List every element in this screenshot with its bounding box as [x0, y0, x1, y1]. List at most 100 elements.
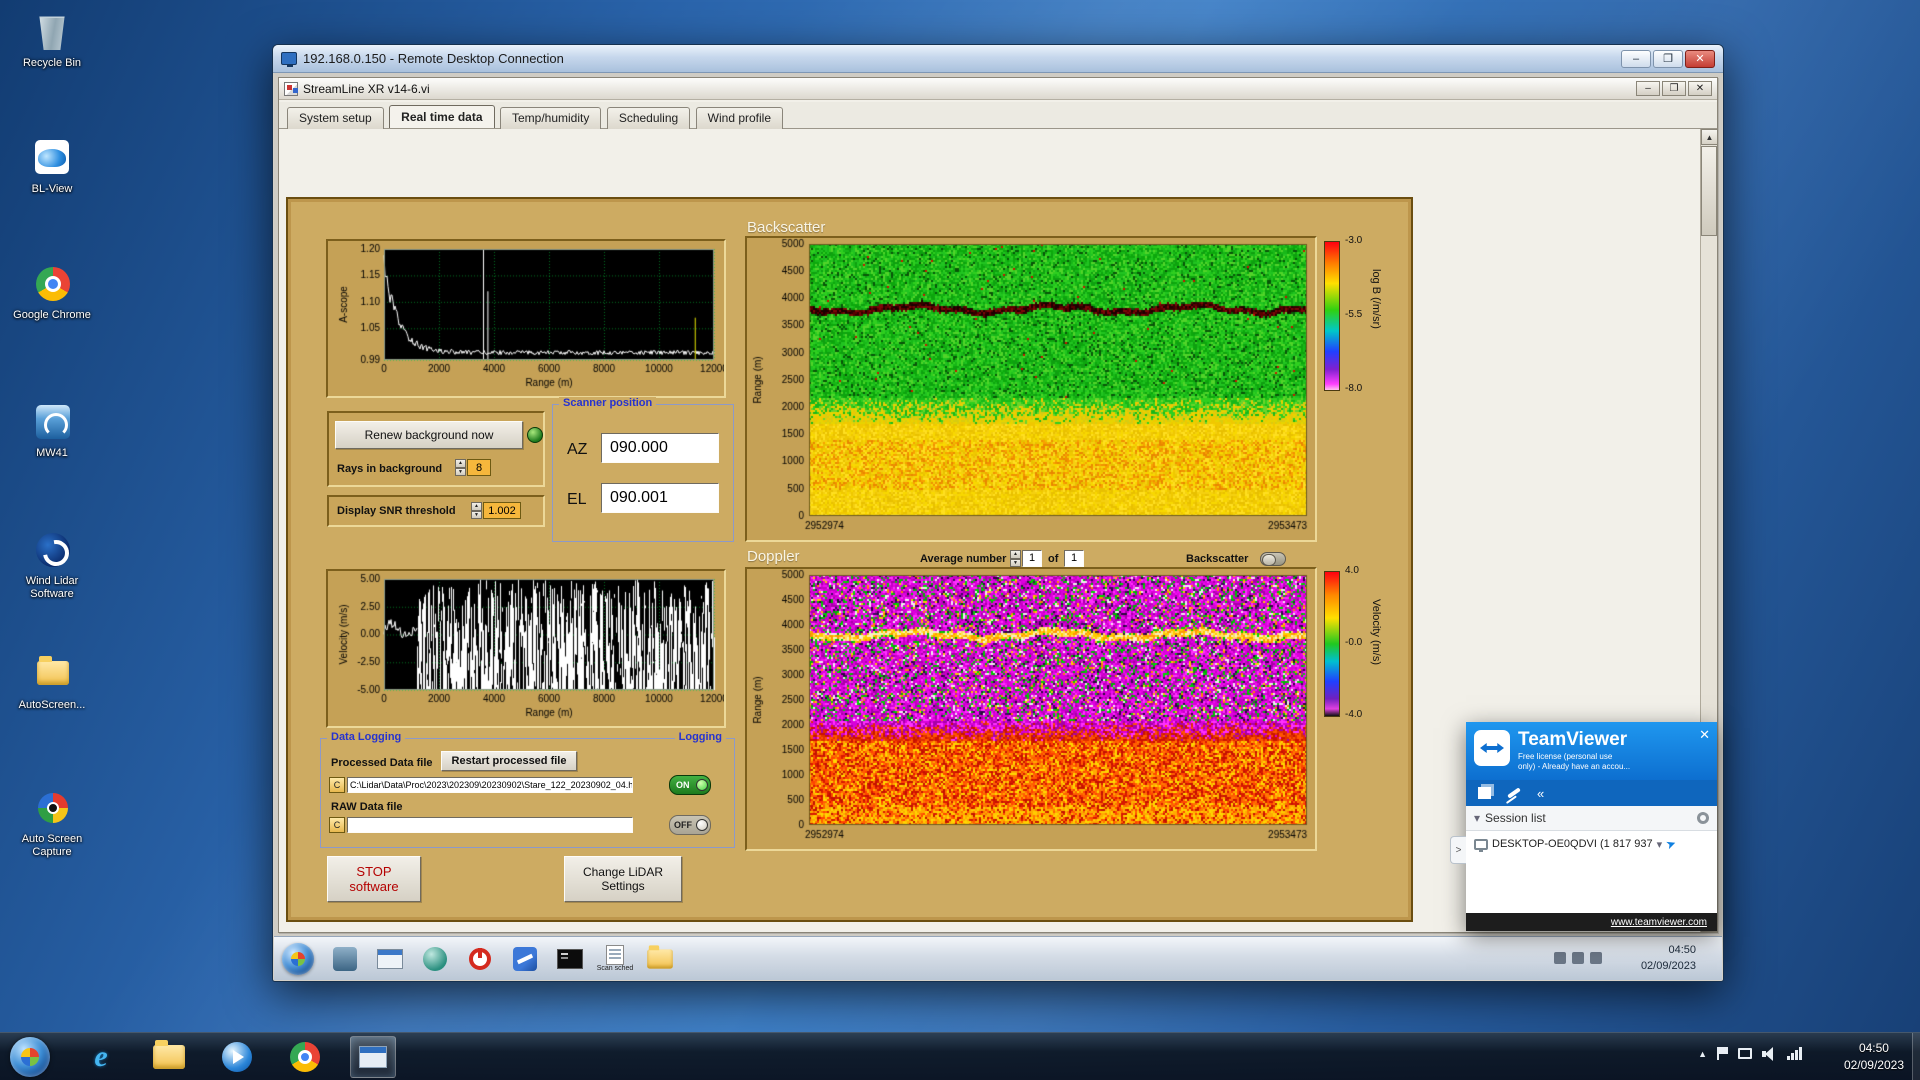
- taskbar-internet-explorer[interactable]: e: [78, 1036, 124, 1078]
- display-snr-label: Display SNR threshold: [337, 505, 456, 517]
- desktop-icon-bl-view[interactable]: BL-View: [6, 136, 98, 196]
- el-value[interactable]: 090.001: [601, 483, 719, 513]
- session-entry-row[interactable]: DESKTOP-OE0QDVI (1 817 937 ▾ ➤: [1466, 831, 1717, 857]
- tray-overflow-icon[interactable]: ▲: [1698, 1049, 1707, 1059]
- raw-drive-icon[interactable]: C: [329, 817, 345, 833]
- taskbar-media-player[interactable]: [214, 1036, 260, 1078]
- desktop-icon-autoscreen[interactable]: AutoScreen...: [6, 652, 98, 712]
- tab-system-setup[interactable]: System setup: [287, 107, 384, 129]
- tab-scheduling[interactable]: Scheduling: [606, 107, 691, 129]
- az-value[interactable]: 090.000: [601, 433, 719, 463]
- average-number-value[interactable]: 1: [1022, 550, 1042, 567]
- session-entry-label: DESKTOP-OE0QDVI (1 817 937: [1492, 838, 1653, 850]
- app-restore-button[interactable]: ❐: [1662, 81, 1686, 96]
- remote-taskbar-power-app[interactable]: [461, 941, 499, 977]
- display-snr-value[interactable]: 1.002: [483, 502, 521, 519]
- desktop-icon-label: Recycle Bin: [22, 57, 82, 69]
- session-list-row[interactable]: ▾ Session list: [1466, 806, 1717, 831]
- xp-app-icon: [513, 946, 537, 971]
- media-player-icon: [222, 1042, 252, 1072]
- remote-taskbar-xp-app[interactable]: [506, 941, 544, 977]
- remote-tray-icons[interactable]: [1554, 952, 1602, 964]
- processed-file-path-input[interactable]: C:\Lidar\Data\Proc\2023\202309\20230902\…: [347, 777, 633, 793]
- desktop-icon-wind-lidar[interactable]: Wind Lidar Software: [6, 528, 98, 601]
- taskbar-rdp-active[interactable]: [350, 1036, 396, 1078]
- teamviewer-link[interactable]: www.teamviewer.com: [1611, 917, 1707, 928]
- rdp-close-button[interactable]: ✕: [1685, 49, 1715, 68]
- chrome-icon: [290, 1042, 320, 1072]
- average-number-label: Average number: [920, 553, 1007, 565]
- network-icon[interactable]: [1787, 1046, 1802, 1060]
- backscatter-colorbar-tick-max: -3.0: [1345, 235, 1363, 246]
- scroll-thumb[interactable]: [1701, 146, 1717, 236]
- desktop-icon-google-chrome[interactable]: Google Chrome: [6, 262, 98, 322]
- action-center-icon[interactable]: [1717, 1047, 1728, 1060]
- display-icon[interactable]: [1738, 1048, 1752, 1059]
- backscatter-heatmap: [745, 236, 1317, 542]
- rdp-minimize-button[interactable]: –: [1621, 49, 1651, 68]
- desktop-icon-mw41[interactable]: MW41: [6, 400, 98, 460]
- app-title-bar[interactable]: StreamLine XR v14-6.vi – ❐ ✕: [279, 78, 1717, 100]
- show-desktop-button[interactable]: [1912, 1033, 1920, 1080]
- remote-taskbar-window-app[interactable]: [371, 941, 409, 977]
- rdp-maximize-button[interactable]: ❐: [1653, 49, 1683, 68]
- app-minimize-button[interactable]: –: [1636, 81, 1660, 96]
- average-number-spinner[interactable]: ▲ ▼: [1010, 550, 1021, 567]
- average-of-label: of: [1048, 553, 1059, 565]
- renew-background-button[interactable]: Renew background now: [335, 421, 523, 449]
- remote-taskbar-cmd[interactable]: [551, 941, 589, 977]
- gear-icon[interactable]: [1697, 812, 1709, 824]
- volume-icon[interactable]: [1762, 1047, 1777, 1061]
- stop-software-button[interactable]: STOP software: [327, 856, 421, 902]
- clock[interactable]: 04:50 02/09/2023: [1844, 1040, 1904, 1074]
- teamviewer-close-icon[interactable]: ✕: [1699, 727, 1710, 743]
- collapse-icon[interactable]: «: [1537, 786, 1544, 801]
- desktop-icon-auto-screen-capture[interactable]: Auto Screen Capture: [6, 786, 98, 859]
- processed-logging-toggle[interactable]: ON: [669, 775, 711, 795]
- app-window-title: StreamLine XR v14-6.vi: [303, 81, 430, 96]
- change-lidar-settings-button[interactable]: Change LiDAR Settings: [564, 856, 682, 902]
- snr-spinner[interactable]: ▲ ▼: [471, 502, 482, 519]
- backscatter-toggle-switch[interactable]: [1260, 552, 1286, 566]
- rdp-title-bar[interactable]: 192.168.0.150 - Remote Desktop Connectio…: [273, 45, 1723, 73]
- teamviewer-expand-handle[interactable]: >: [1450, 836, 1466, 864]
- session-list-label: Session list: [1485, 811, 1546, 825]
- tab-real-time-data[interactable]: Real time data: [389, 105, 495, 128]
- desktop-icon-recycle-bin[interactable]: Recycle Bin: [6, 10, 98, 70]
- taskbar-chrome[interactable]: [282, 1036, 328, 1078]
- remote-taskbar-media-app[interactable]: [326, 941, 364, 977]
- rays-in-background-value[interactable]: 8: [467, 459, 491, 476]
- rays-spinner[interactable]: ▲ ▼: [455, 459, 466, 476]
- connect-cursor-icon[interactable]: ➤: [1664, 836, 1678, 853]
- remote-start-button[interactable]: [282, 942, 314, 975]
- tab-wind-profile[interactable]: Wind profile: [695, 107, 784, 129]
- remote-taskbar-settings-app[interactable]: [416, 941, 454, 977]
- taskbar-file-explorer[interactable]: [146, 1036, 192, 1078]
- window-app-icon: [377, 948, 403, 969]
- scroll-up-arrow[interactable]: ▲: [1701, 129, 1718, 145]
- tools-icon[interactable]: [1507, 787, 1521, 799]
- renew-led-indicator: [527, 427, 543, 443]
- processed-path-row: C C:\Lidar\Data\Proc\2023\202309\2023090…: [329, 777, 633, 793]
- dropdown-icon[interactable]: ▾: [1657, 838, 1663, 851]
- toggle-led: [696, 779, 708, 791]
- raw-file-path-input[interactable]: [347, 817, 633, 833]
- sessions-icon[interactable]: [1478, 787, 1491, 799]
- remote-taskbar-scan-sched[interactable]: Scan sched: [596, 941, 634, 977]
- app-close-button[interactable]: ✕: [1688, 81, 1712, 96]
- start-button[interactable]: [10, 1037, 50, 1077]
- doppler-canvas: [747, 569, 1315, 849]
- tab-temp-humidity[interactable]: Temp/humidity: [499, 107, 602, 129]
- doppler-colorbar-tick-min: -4.0: [1345, 709, 1363, 720]
- rays-in-background-label: Rays in background: [337, 463, 443, 475]
- processed-drive-icon[interactable]: C: [329, 777, 345, 793]
- bl-view-icon: [35, 140, 69, 174]
- scan-sched-label: Scan sched: [596, 964, 634, 972]
- desktop-icon-label: Google Chrome: [13, 309, 91, 321]
- rdp-window-icon: [359, 1046, 387, 1068]
- doppler-colorbar-label: Velocity (m/s): [1370, 599, 1382, 666]
- raw-logging-toggle[interactable]: OFF: [669, 815, 711, 835]
- remote-clock[interactable]: 04:50 02/09/2023: [1641, 942, 1696, 974]
- remote-taskbar-folder[interactable]: [641, 941, 679, 977]
- restart-processed-file-button[interactable]: Restart processed file: [441, 751, 577, 771]
